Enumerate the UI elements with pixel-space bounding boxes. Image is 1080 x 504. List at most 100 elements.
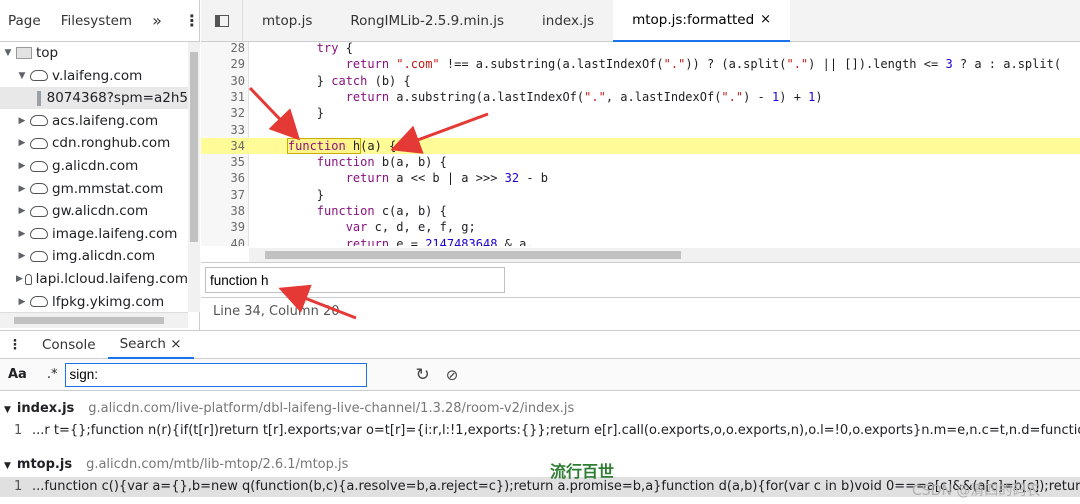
close-tab-icon[interactable]: ×	[760, 12, 771, 27]
file-icon	[37, 90, 41, 106]
watermark-text: CSDN @清四的码农	[912, 483, 1041, 499]
drawer-menu-icon[interactable]: ⋮	[0, 337, 30, 353]
tab-label: Search	[119, 335, 166, 352]
tree-horizontal-scrollbar[interactable]	[0, 312, 188, 328]
line-number[interactable]: 34	[201, 138, 245, 154]
watermark-logo: 流行百世	[550, 462, 615, 481]
find-input[interactable]	[205, 267, 505, 293]
tab-mtop-js[interactable]: mtop.js	[243, 0, 331, 42]
file-tree: ▼ top ▼ v.laifeng.com 8074368?spm=a2h5 ▶ acs.l…	[0, 42, 188, 312]
line-number[interactable]: 37	[201, 187, 245, 203]
tab-label: Console	[42, 336, 96, 353]
cloud-icon	[30, 205, 48, 217]
clear-icon[interactable]: ⊘	[446, 366, 459, 384]
search-toolbar: Aa .* ↻ ⊘	[0, 359, 1080, 391]
line-number[interactable]: 36	[201, 170, 245, 186]
navigator-menu-icon[interactable]: ⋮	[184, 11, 200, 30]
editor-tabs: mtop.js RongIMLib-2.5.9.min.js index.js …	[201, 0, 1080, 42]
code-line: 30 } catch (b) {	[201, 73, 1080, 89]
drawer-tabs: ⋮ Console Search ×	[0, 331, 1080, 359]
tab-label: mtop.js:formatted	[632, 11, 755, 28]
tree-item[interactable]: 8074368?spm=a2h5	[0, 87, 188, 110]
expanded-triangle-icon[interactable]: ▼	[16, 71, 28, 81]
result-file-header[interactable]: ▼ index.js g.alicdn.com/live-platform/dbl-…	[0, 401, 1080, 416]
collapsed-triangle-icon[interactable]: ▶	[16, 138, 28, 148]
collapsed-triangle-icon[interactable]: ▶	[16, 161, 28, 171]
tab-filesystem[interactable]: Filesystem	[61, 13, 132, 29]
tree-item-label: v.laifeng.com	[52, 67, 143, 84]
tree-item[interactable]: ▼ top	[0, 42, 188, 64]
code-line: 35 function b(a, b) {	[201, 154, 1080, 170]
code-line: 36 return a << b | a >>> 32 - b	[201, 170, 1080, 186]
tree-item-label: lfpkg.ykimg.com	[52, 293, 165, 310]
line-number[interactable]: 30	[201, 73, 245, 89]
code-line: 29 return ".com" !== a.substring(a.lastI…	[201, 56, 1080, 72]
tab-index-js[interactable]: index.js	[523, 0, 613, 42]
collapsed-triangle-icon[interactable]: ▶	[16, 206, 28, 216]
line-number[interactable]: 40	[201, 236, 245, 246]
match-case-button[interactable]: Aa	[8, 367, 27, 382]
collapsed-triangle-icon[interactable]: ▶	[16, 274, 23, 284]
line-number[interactable]: 33	[201, 122, 245, 138]
editor-horizontal-scrollbar[interactable]	[249, 248, 1080, 262]
tree-item-label: lapi.lcloud.laifeng.com	[35, 271, 188, 287]
collapsed-triangle-icon[interactable]: ▶	[16, 116, 28, 126]
result-line[interactable]: 1 ...r t={};function n(r){if(t[r])return …	[0, 423, 1080, 438]
code-text: function c(a, b) {	[316, 204, 447, 218]
toggle-navigator-icon[interactable]	[201, 0, 243, 42]
cloud-icon	[30, 228, 48, 240]
collapsed-triangle-icon[interactable]: ▶	[16, 297, 28, 307]
navigator-panel: Page Filesystem » ⋮ ▼ top ▼ v.laifeng.com 80…	[0, 0, 200, 330]
result-file-path: g.alicdn.com/live-platform/dbl-laifeng-l…	[88, 401, 575, 416]
regex-button[interactable]: .*	[47, 367, 58, 382]
tree-item[interactable]: ▶ image.laifeng.com	[0, 223, 188, 245]
tree-item[interactable]: ▶ lapi.lcloud.laifeng.com	[0, 268, 188, 290]
tree-item[interactable]: ▼ v.laifeng.com	[0, 65, 188, 87]
expand-triangle-icon: ▼	[4, 461, 11, 471]
code-text: function b(a, b) {	[316, 155, 447, 170]
tab-page[interactable]: Page	[8, 13, 41, 29]
tab-label: RongIMLib-2.5.9.min.js	[350, 12, 505, 29]
tree-item[interactable]: ▶ gw.alicdn.com	[0, 200, 188, 222]
line-number[interactable]: 29	[201, 56, 245, 72]
tree-item[interactable]: ▶ gm.mmstat.com	[0, 178, 188, 200]
cloud-icon	[24, 273, 32, 285]
code-line: 40 return e = 2147483648 & a,	[201, 236, 1080, 246]
tree-item[interactable]: ▶ cdn.ronghub.com	[0, 132, 188, 154]
result-file-header[interactable]: ▼ mtop.js g.alicdn.com/mtb/lib-mtop/2.6.1/…	[0, 457, 1080, 472]
code-line: 32 }	[201, 105, 1080, 121]
expanded-triangle-icon[interactable]: ▼	[2, 48, 14, 58]
more-tabs-icon[interactable]: »	[152, 11, 162, 30]
collapsed-triangle-icon[interactable]: ▶	[16, 184, 28, 194]
close-tab-icon[interactable]: ×	[170, 336, 181, 352]
cloud-icon	[30, 70, 48, 82]
code-text: }	[259, 187, 325, 202]
tree-vertical-scrollbar[interactable]	[188, 42, 200, 312]
line-number[interactable]: 31	[201, 89, 245, 105]
line-number[interactable]: 32	[201, 105, 245, 121]
line-number[interactable]: 39	[201, 219, 245, 235]
collapsed-triangle-icon[interactable]: ▶	[16, 251, 28, 261]
tab-console[interactable]: Console	[30, 331, 108, 359]
tree-item[interactable]: ▶ lfpkg.ykimg.com	[0, 291, 188, 312]
scrollbar-thumb[interactable]	[190, 52, 198, 242]
tree-item[interactable]: ▶ acs.laifeng.com	[0, 110, 188, 132]
refresh-icon[interactable]: ↻	[415, 365, 429, 385]
search-input[interactable]	[65, 362, 368, 387]
tab-search[interactable]: Search ×	[107, 331, 194, 359]
line-number[interactable]: 28	[201, 42, 245, 56]
tab-mtop-formatted[interactable]: mtop.js:formatted ×	[613, 0, 791, 42]
line-number[interactable]: 38	[201, 203, 245, 219]
tree-item[interactable]: ▶ img.alicdn.com	[0, 245, 188, 267]
tree-item[interactable]: ▶ g.alicdn.com	[0, 155, 188, 177]
navigator-tabs: Page Filesystem » ⋮	[0, 0, 200, 42]
code-text: return ".com" !== a.substring(a.lastInde…	[345, 57, 1062, 72]
code-view[interactable]: 28 try {29 return ".com" !== a.substring…	[201, 42, 1080, 246]
scrollbar-thumb[interactable]	[265, 251, 681, 259]
tree-item-label: gm.mmstat.com	[52, 180, 164, 197]
scrollbar-thumb[interactable]	[14, 317, 164, 324]
tab-rongimlib[interactable]: RongIMLib-2.5.9.min.js	[331, 0, 523, 42]
line-number[interactable]: 35	[201, 154, 245, 170]
collapsed-triangle-icon[interactable]: ▶	[16, 229, 28, 239]
code-text: function h(a) {	[286, 137, 397, 154]
